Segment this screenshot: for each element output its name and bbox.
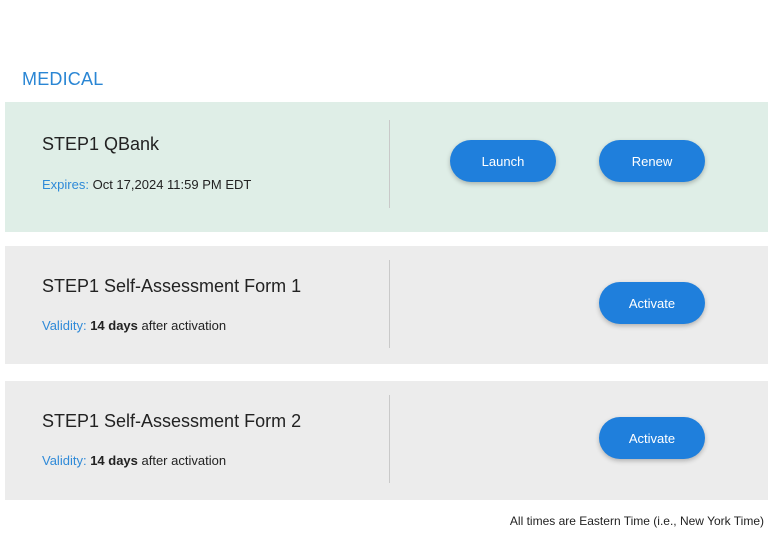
launch-button[interactable]: Launch <box>450 140 556 182</box>
card-title: STEP1 Self-Assessment Form 2 <box>42 411 302 431</box>
renew-button[interactable]: Renew <box>599 140 705 182</box>
validity-info: Validity: 14 days after activation <box>42 453 226 468</box>
validity-suffix: after activation <box>137 453 227 468</box>
validity-days: 14 days <box>90 318 138 333</box>
section-title: MEDICAL <box>22 69 104 89</box>
divider <box>389 260 390 348</box>
subscription-card-form1: STEP1 Self-Assessment Form 1 Validity: 1… <box>5 246 768 364</box>
validity-label: Validity: <box>42 453 87 468</box>
timezone-footnote: All times are Eastern Time (i.e., New Yo… <box>509 514 764 528</box>
activate-button[interactable]: Activate <box>599 282 705 324</box>
subscription-card-qbank: STEP1 QBank Expires: Oct 17,2024 11:59 P… <box>5 102 768 232</box>
validity-suffix: after activation <box>137 318 227 333</box>
validity-days: 14 days <box>90 453 138 468</box>
expires-label: Expires: <box>42 177 89 192</box>
activate-button[interactable]: Activate <box>599 417 705 459</box>
validity-label: Validity: <box>42 318 87 333</box>
divider <box>389 120 390 208</box>
subscription-card-form2: STEP1 Self-Assessment Form 2 Validity: 1… <box>5 381 768 500</box>
divider <box>389 395 390 483</box>
expiry-info: Expires: Oct 17,2024 11:59 PM EDT <box>42 177 251 192</box>
expires-value: Oct 17,2024 11:59 PM EDT <box>92 177 252 192</box>
card-title: STEP1 Self-Assessment Form 1 <box>42 276 302 296</box>
validity-info: Validity: 14 days after activation <box>42 318 226 333</box>
card-title: STEP1 QBank <box>42 134 160 154</box>
